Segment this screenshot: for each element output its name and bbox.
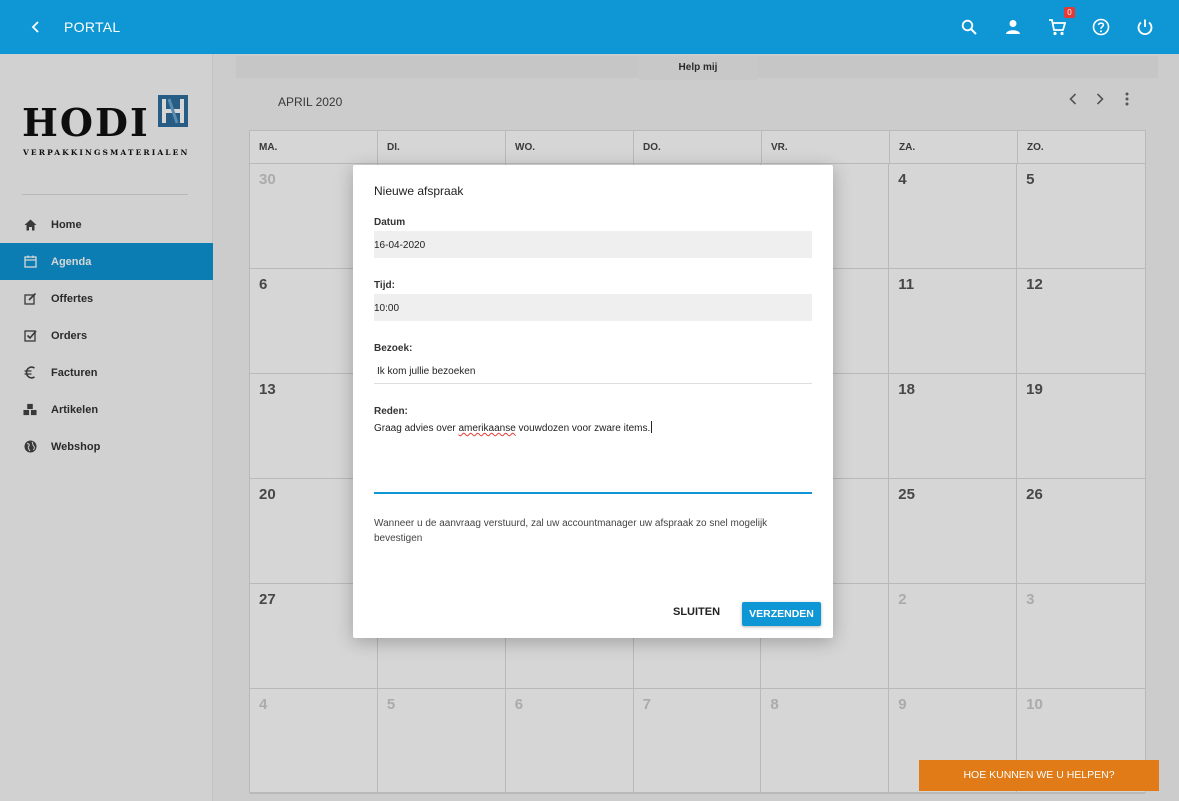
time-label: Tijd:	[374, 280, 395, 291]
send-button[interactable]: VERZENDEN	[742, 602, 821, 626]
user-icon[interactable]	[1001, 15, 1025, 39]
power-icon[interactable]	[1133, 15, 1157, 39]
top-bar: PORTAL 0	[0, 0, 1179, 54]
visit-select[interactable]: Ik kom jullie bezoeken	[374, 360, 812, 384]
date-label: Datum	[374, 217, 406, 228]
reason-text: vouwdozen voor zware items.	[515, 423, 651, 434]
info-note: Wanneer u de aanvraag verstuurd, zal uw …	[374, 518, 768, 544]
reason-label: Reden:	[374, 406, 408, 417]
text-caret	[651, 421, 653, 433]
cart-count-badge: 0	[1064, 7, 1075, 18]
misspelled-word: amerikaanse	[458, 423, 516, 434]
dialog-title: Nieuwe afspraak	[374, 184, 464, 198]
help-icon[interactable]	[1089, 15, 1113, 39]
cart-icon[interactable]: 0	[1045, 7, 1075, 39]
search-icon[interactable]	[957, 15, 981, 39]
new-appointment-dialog: Nieuwe afspraak Datum 16-04-2020 Tijd: 1…	[353, 165, 833, 638]
reason-text: Graag advies over	[374, 423, 459, 434]
close-button[interactable]: SLUITEN	[673, 606, 720, 618]
visit-label: Bezoek:	[374, 343, 413, 354]
app-title: PORTAL	[64, 19, 121, 35]
back-icon[interactable]	[25, 16, 47, 38]
date-field[interactable]: 16-04-2020	[374, 231, 812, 258]
time-field[interactable]: 10:00	[374, 294, 812, 321]
help-cta-button[interactable]: HOE KUNNEN WE U HELPEN?	[919, 760, 1159, 791]
reason-textarea[interactable]: Graag advies over amerikaanse vouwdozen …	[374, 421, 812, 494]
